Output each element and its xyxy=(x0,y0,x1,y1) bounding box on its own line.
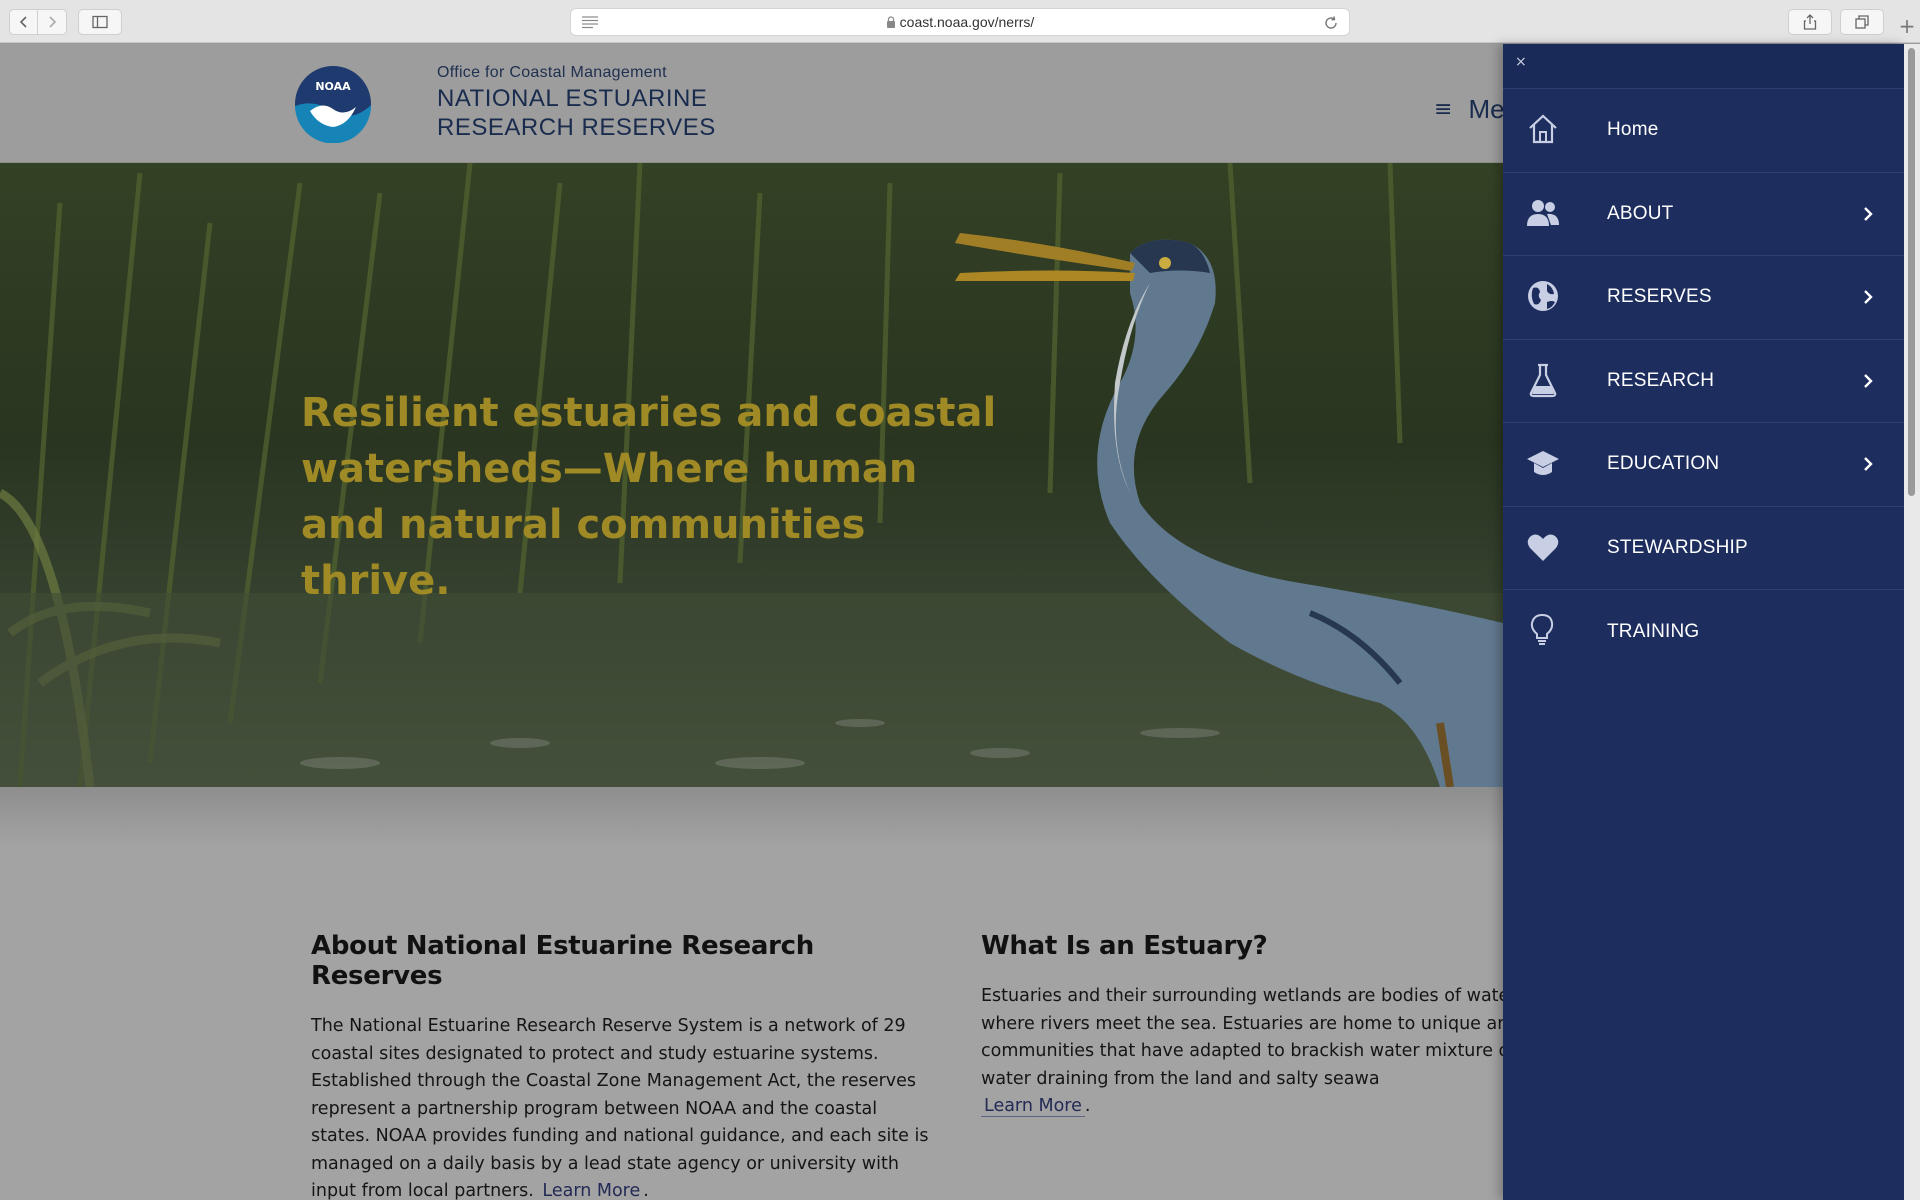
menu-label-research: RESEARCH xyxy=(1607,369,1715,391)
sidebar-toggle-button[interactable] xyxy=(78,9,122,35)
home-icon xyxy=(1529,114,1557,144)
browser-toolbar: coast.noaa.gov/nerrs/ + xyxy=(0,0,1920,43)
estuary-text: Estuaries and their surrounding wetlands… xyxy=(981,986,1585,1089)
share-icon xyxy=(1803,14,1817,30)
people-icon xyxy=(1527,199,1559,226)
logo-text: NOAA xyxy=(315,80,351,93)
drawer-scrollbar[interactable] xyxy=(1904,44,1920,1200)
flask-icon xyxy=(1529,363,1557,397)
about-heading: About National Estuarine Research Reserv… xyxy=(311,931,814,991)
site-title-line-1: NATIONAL ESTUARINE xyxy=(437,85,708,112)
chevron-right-icon xyxy=(1864,373,1873,388)
hero-headline: Resilient estuaries and coastal watershe… xyxy=(301,390,997,604)
tabs-overview-button[interactable] xyxy=(1840,9,1884,35)
menu-label-training: TRAINING xyxy=(1607,620,1700,642)
back-button[interactable] xyxy=(9,9,38,35)
menu-item-training[interactable]: TRAINING xyxy=(1503,590,1904,674)
lock-icon xyxy=(886,16,895,28)
menu-label-education: EDUCATION xyxy=(1607,453,1720,475)
share-button[interactable] xyxy=(1788,9,1832,35)
tabs-icon xyxy=(1855,15,1869,29)
estuary-period: . xyxy=(1084,1096,1091,1116)
menu-label-about: ABOUT xyxy=(1607,202,1674,224)
about-period: . xyxy=(643,1181,649,1200)
sidebar-icon xyxy=(92,15,108,29)
chevron-right-icon xyxy=(1864,290,1873,305)
plus-icon: + xyxy=(1898,14,1916,38)
close-icon[interactable]: × xyxy=(1515,54,1527,70)
about-text: The National Estuarine Research Reserve … xyxy=(311,1016,929,1200)
new-tab-button[interactable]: + xyxy=(1896,13,1918,39)
url-text: coast.noaa.gov/nerrs/ xyxy=(899,14,1035,30)
menu-label-reserves: RESERVES xyxy=(1607,286,1712,308)
org-subtitle: Office for Coastal Management xyxy=(437,64,667,81)
reload-icon[interactable] xyxy=(1323,15,1339,31)
chevron-right-icon xyxy=(1864,206,1873,221)
scrollbar-thumb[interactable] xyxy=(1908,48,1915,496)
menu-item-home[interactable]: Home xyxy=(1503,89,1904,173)
lightbulb-icon xyxy=(1530,613,1554,645)
heart-icon xyxy=(1527,534,1559,561)
chevron-right-icon xyxy=(49,16,57,28)
drawer-header: × xyxy=(1503,44,1904,89)
forward-button[interactable] xyxy=(38,9,67,35)
navigation-drawer: × Home ABOUT RESERVES RESEARCH EDUCATION… xyxy=(1503,44,1904,1200)
graduation-cap-icon xyxy=(1527,451,1559,475)
noaa-logo[interactable]: NOAA xyxy=(294,65,372,143)
menu-item-about[interactable]: ABOUT xyxy=(1503,173,1904,256)
about-learn-more-link[interactable]: Learn More xyxy=(539,1181,644,1200)
about-body: The National Estuarine Research Reserve … xyxy=(311,1013,931,1200)
menu-item-stewardship[interactable]: STEWARDSHIP xyxy=(1503,507,1904,590)
about-column: About National Estuarine Research Reserv… xyxy=(311,931,931,1200)
globe-icon xyxy=(1528,281,1558,311)
hamburger-icon: ≡ xyxy=(1434,97,1453,122)
menu-label-stewardship: STEWARDSHIP xyxy=(1607,536,1748,558)
site-title-line-2: RESEARCH RESERVES xyxy=(437,114,716,141)
menu-item-reserves[interactable]: RESERVES xyxy=(1503,256,1904,340)
reader-icon[interactable] xyxy=(581,15,599,29)
menu-item-education[interactable]: EDUCATION xyxy=(1503,423,1904,507)
chevron-left-icon xyxy=(19,16,27,28)
chevron-right-icon xyxy=(1864,457,1873,472)
address-bar[interactable]: coast.noaa.gov/nerrs/ xyxy=(570,8,1350,36)
site-title[interactable]: NATIONAL ESTUARINE RESEARCH RESERVES xyxy=(437,84,716,142)
menu-label-home: Home xyxy=(1607,119,1659,141)
estuary-learn-more-link[interactable]: Learn More xyxy=(981,1096,1085,1117)
menu-item-research[interactable]: RESEARCH xyxy=(1503,340,1904,423)
